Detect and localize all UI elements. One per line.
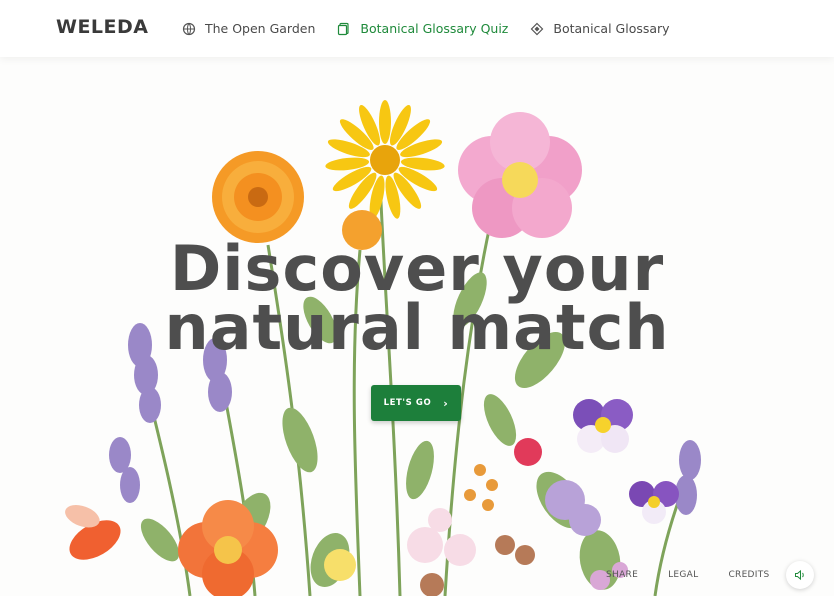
legal-link[interactable]: LEGAL bbox=[668, 570, 698, 580]
lets-go-button[interactable]: LET'S GO › bbox=[371, 385, 461, 421]
main-nav: The Open Garden Botanical Glossary Quiz … bbox=[182, 0, 692, 57]
diamond-icon bbox=[531, 22, 544, 35]
globe-icon bbox=[182, 22, 196, 35]
nav-item-open-garden[interactable]: The Open Garden bbox=[182, 21, 315, 36]
hero-headline-line2: natural match bbox=[164, 291, 670, 364]
sound-toggle-button[interactable] bbox=[786, 561, 814, 589]
weleda-logo[interactable]: WELEDA bbox=[56, 16, 149, 38]
lets-go-label: LET'S GO bbox=[383, 398, 432, 408]
nav-label: The Open Garden bbox=[205, 21, 316, 36]
footer-links: SHARE LEGAL CREDITS bbox=[606, 570, 800, 580]
hero-section: Discover your natural match LET'S GO › bbox=[0, 57, 834, 596]
credits-link[interactable]: CREDITS bbox=[728, 570, 769, 580]
speaker-icon bbox=[795, 569, 804, 581]
nav-label: Botanical Glossary bbox=[553, 21, 670, 36]
share-link[interactable]: SHARE bbox=[606, 570, 638, 580]
nav-item-botanical-glossary[interactable]: Botanical Glossary bbox=[530, 21, 670, 36]
nav-label: Botanical Glossary Quiz bbox=[360, 21, 509, 36]
quiz-icon bbox=[338, 22, 350, 35]
site-header: WELEDA The Open Garden Botanical Glossar… bbox=[0, 0, 834, 57]
nav-item-glossary-quiz[interactable]: Botanical Glossary Quiz bbox=[337, 21, 508, 36]
chevron-right-icon: › bbox=[443, 396, 449, 410]
